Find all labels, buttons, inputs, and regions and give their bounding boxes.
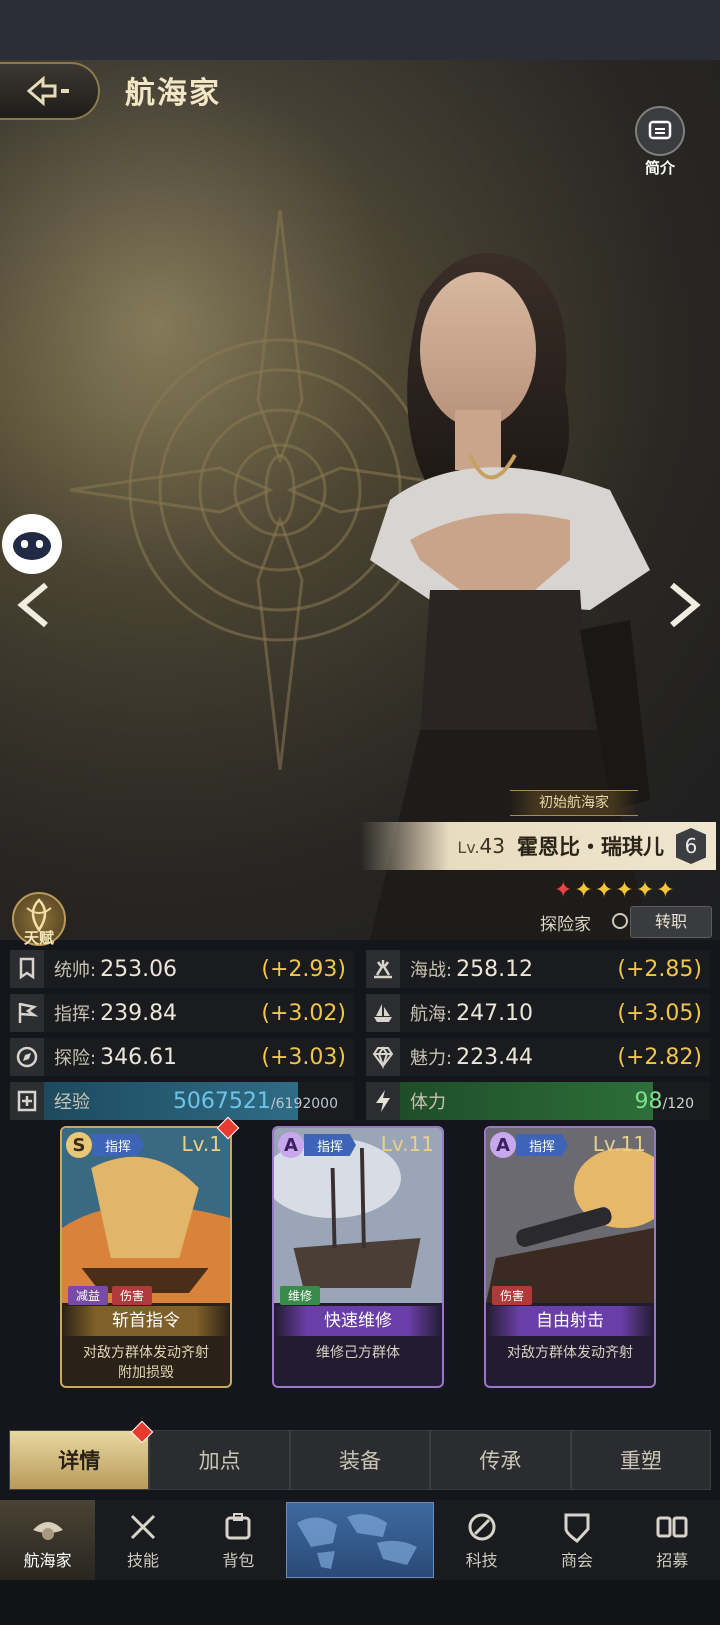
- diamond-icon: [366, 1038, 400, 1076]
- stamina-bar: 体力 98/120: [366, 1082, 710, 1120]
- hero-name: 霍恩比・瑞琪儿: [517, 835, 664, 859]
- tavern-mugs-icon: [654, 1509, 690, 1545]
- nav-navigator[interactable]: 航海家: [0, 1500, 96, 1583]
- hero-level: Lv.43: [457, 834, 505, 858]
- nav-recruit[interactable]: 招募: [625, 1500, 720, 1580]
- hero-class: 探险家: [540, 915, 591, 935]
- skill-card-2[interactable]: A 指挥 Lv.11 维修 快速维修 维修己方群体: [272, 1126, 444, 1388]
- mascot-face-icon: [13, 532, 51, 560]
- cannon-icon: [366, 950, 400, 988]
- skill-description: 维修己方群体: [316, 1345, 400, 1361]
- back-arrow-icon: [27, 76, 69, 106]
- hero-name-bar: Lv.43 霍恩比・瑞琪儿 6: [360, 822, 716, 870]
- stat-row-leadership: 指挥: 239.84 (+3.02): [10, 994, 354, 1032]
- compass-icon: [10, 1038, 44, 1076]
- assistant-avatar[interactable]: [2, 514, 62, 574]
- tab-inheritance[interactable]: 传承: [430, 1430, 571, 1490]
- talent-label: 天赋: [23, 929, 54, 947]
- system-home-bar: [0, 1580, 720, 1625]
- gold-stars-icon: ✦✦✦✦✦: [574, 878, 677, 903]
- stat-row-navigation: 航海: 247.10 (+3.05): [366, 994, 710, 1032]
- stat-row-charm: 魅力: 223.44 (+2.82): [366, 1038, 710, 1076]
- previous-hero-arrow-icon[interactable]: [16, 582, 50, 628]
- skill-description: 对敌方群体发动齐射 附加损毁: [83, 1345, 209, 1381]
- detail-tabs: 详情 加点 装备 传承 重塑: [9, 1430, 712, 1490]
- change-job-button[interactable]: 转职: [630, 906, 712, 938]
- class-compass-icon: [612, 913, 628, 929]
- tab-details[interactable]: 详情: [9, 1430, 150, 1490]
- stat-row-naval-battle: 海战: 258.12 (+2.85): [366, 950, 710, 988]
- rank-badge: 6: [676, 828, 706, 864]
- page-title: 航海家: [125, 76, 221, 111]
- document-icon: [635, 106, 685, 156]
- stat-row-command: 统帅: 253.06 (+2.93): [10, 950, 354, 988]
- technology-icon: [464, 1509, 500, 1545]
- intro-button[interactable]: 简介: [634, 106, 686, 178]
- crossed-swords-icon: [125, 1509, 161, 1545]
- exp-book-icon: [10, 1082, 44, 1120]
- world-map-icon: [296, 1514, 417, 1569]
- red-star-icon: ✦: [554, 878, 575, 903]
- bottom-navigation: 航海家 技能 背包 科技 商会 招募: [0, 1500, 720, 1583]
- skill-card-3[interactable]: A 指挥 Lv.11 伤害 自由射击 对敌方群体发动齐射: [484, 1126, 656, 1388]
- tab-add-points[interactable]: 加点: [149, 1430, 290, 1490]
- experience-bar: 经验 5067521/6192000: [10, 1082, 354, 1120]
- nav-technology[interactable]: 科技: [434, 1500, 529, 1580]
- backpack-icon: [220, 1509, 256, 1545]
- stat-row-exploration: 探险: 346.61 (+3.03): [10, 1038, 354, 1076]
- nav-backpack[interactable]: 背包: [191, 1500, 286, 1580]
- status-bar: [0, 0, 720, 60]
- tab-equipment[interactable]: 装备: [289, 1430, 431, 1490]
- skill-title: 自由射击: [486, 1306, 654, 1336]
- banner-icon: [10, 950, 44, 988]
- flag-icon: [10, 994, 44, 1032]
- back-button[interactable]: [0, 62, 100, 120]
- origin-badge: 初始航海家: [510, 790, 638, 816]
- world-map-button[interactable]: [285, 1502, 434, 1578]
- intro-label: 简介: [644, 159, 675, 177]
- stamina-value: 98/120: [634, 1088, 694, 1114]
- talent-button[interactable]: 天赋: [12, 892, 66, 947]
- nav-guild[interactable]: 商会: [529, 1500, 624, 1580]
- exp-value: 5067521/6192000: [172, 1088, 338, 1114]
- star-rating: ✦✦✦✦✦✦: [554, 878, 677, 903]
- tab-reshape[interactable]: 重塑: [570, 1430, 712, 1490]
- skill-description: 对敌方群体发动齐射: [507, 1345, 633, 1361]
- guild-shield-icon: [559, 1509, 595, 1545]
- skill-card-1[interactable]: S 指挥 Lv.1 减益 伤害 斩首指令 对敌方群体发动齐射 附加损毁: [60, 1126, 232, 1388]
- nav-skills[interactable]: 技能: [95, 1500, 190, 1580]
- ship-icon: [366, 994, 400, 1032]
- lightning-icon: [366, 1082, 400, 1120]
- captain-hat-icon: [30, 1509, 66, 1545]
- skill-title: 斩首指令: [62, 1306, 230, 1336]
- skill-title: 快速维修: [274, 1306, 442, 1336]
